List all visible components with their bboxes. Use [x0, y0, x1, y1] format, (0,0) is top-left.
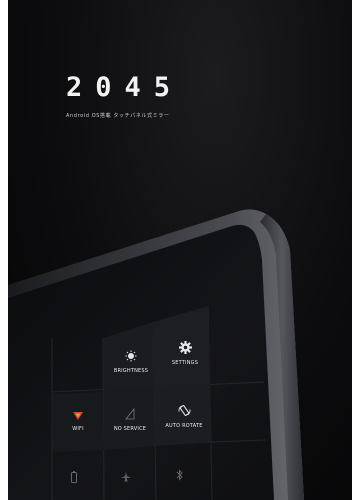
tile-label-auto-rotate: AUTO ROTATE [165, 422, 203, 429]
tile-wifi[interactable]: WIFI [56, 398, 100, 446]
brightness-icon [125, 350, 137, 362]
poster: 2045 Android OS搭載 タッチパネル式ミラー BRIGHTNESS … [8, 0, 352, 500]
battery-icon [71, 471, 77, 483]
wifi-icon [73, 412, 83, 420]
tile-label-settings: SETTINGS [171, 359, 199, 366]
rotate-icon [178, 404, 190, 416]
tile-bluetooth[interactable] [170, 460, 190, 490]
tile-auto-rotate[interactable]: AUTO ROTATE [158, 390, 210, 442]
tile-label-brightness: BRIGHTNESS [113, 368, 149, 374]
signal-icon [125, 408, 135, 420]
tile-airplane[interactable] [116, 462, 136, 492]
tile-brightness[interactable]: BRIGHTNESS [108, 338, 154, 386]
airplane-icon [121, 472, 131, 482]
bluetooth-icon [176, 469, 183, 481]
tile-battery[interactable] [64, 462, 84, 492]
tile-label-wifi: WIFI [72, 426, 84, 432]
gear-icon [178, 340, 192, 354]
tile-label-no-service: NO SERVICE [113, 426, 147, 432]
tile-settings[interactable]: SETTINGS [160, 324, 210, 382]
tile-no-service[interactable]: NO SERVICE [106, 394, 154, 446]
